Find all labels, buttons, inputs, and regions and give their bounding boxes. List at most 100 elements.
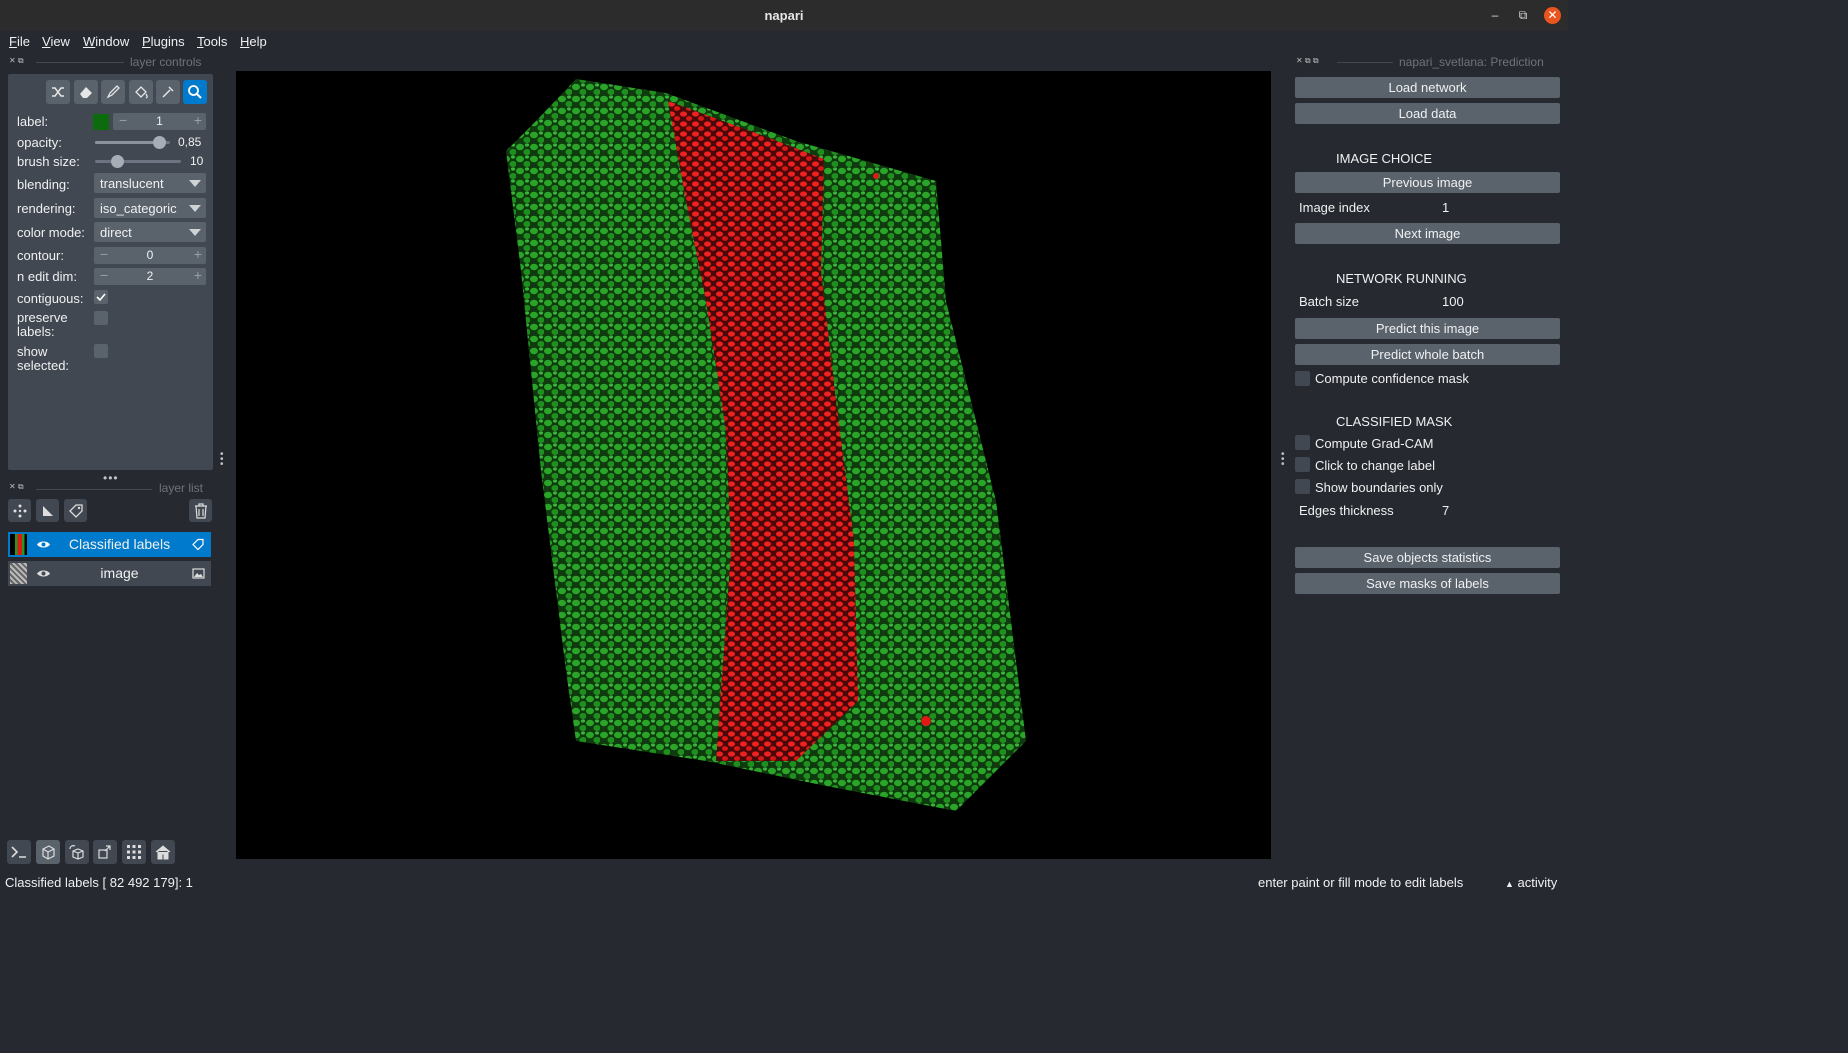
dock-divider (36, 62, 124, 63)
delete-layer-button[interactable] (189, 499, 212, 522)
click-change-label-label: Click to change label (1315, 458, 1435, 473)
label-volume-render (506, 79, 1026, 811)
close-icon[interactable]: ✕ (1544, 7, 1561, 24)
menu-help[interactable]: Help (240, 34, 267, 49)
contiguous-checkbox[interactable] (94, 290, 108, 304)
network-running-heading: NETWORK RUNNING (1336, 271, 1467, 286)
increment-icon[interactable]: + (194, 267, 202, 283)
pan-zoom-button[interactable] (183, 80, 207, 104)
viewer-canvas[interactable] (236, 71, 1271, 859)
layer-thumbnail (10, 563, 27, 584)
toggle-ndisplay-button[interactable] (36, 840, 60, 864)
layer-row-classified-labels[interactable]: Classified labels (8, 532, 211, 557)
dock-close-icon[interactable]: ✕ ⧉ (9, 482, 24, 492)
contour-value: 0 (146, 248, 154, 262)
label-tag-icon (192, 538, 205, 551)
contour-spinbox[interactable]: − 0 + (94, 246, 206, 264)
layer-thumbnail (10, 534, 27, 555)
color-mode-combo[interactable]: direct (94, 222, 206, 242)
rendering-combo[interactable]: iso_categoric (94, 198, 206, 218)
maximize-icon[interactable]: ⧉ (1515, 8, 1531, 23)
n-edit-dim-spinbox[interactable]: − 2 + (94, 267, 206, 285)
new-labels-button[interactable] (64, 499, 87, 522)
edges-thickness-field[interactable]: 7 (1436, 500, 1560, 521)
layer-row-image[interactable]: image (8, 561, 211, 586)
brush-icon (106, 85, 120, 99)
grid-mode-button[interactable] (122, 840, 146, 864)
image-index-value: 1 (1442, 200, 1450, 215)
layer-name[interactable]: image (56, 565, 183, 581)
contiguous-label: contiguous: (17, 291, 84, 306)
confidence-mask-checkbox[interactable] (1295, 371, 1310, 386)
shuffle-colors-button[interactable] (46, 80, 70, 104)
layer-name[interactable]: Classified labels (56, 536, 183, 552)
menu-window[interactable]: Window (83, 34, 129, 49)
roll-cube-icon (69, 845, 84, 860)
title-bar: napari – ⧉ ✕ (0, 0, 1568, 32)
dock-resize-handle-icon[interactable]: • • • (220, 450, 224, 470)
image-icon (192, 567, 205, 580)
visibility-eye-icon[interactable] (32, 561, 55, 586)
show-boundaries-checkbox[interactable] (1295, 479, 1310, 494)
image-index-field[interactable]: 1 (1436, 197, 1560, 218)
preserve-labels-checkbox[interactable] (94, 311, 108, 325)
save-masks-button[interactable]: Save masks of labels (1295, 573, 1560, 594)
label-spinbox[interactable]: − 1 + (113, 112, 206, 130)
fill-button[interactable] (129, 80, 153, 104)
preserve-labels-label-2: labels: (17, 324, 55, 339)
blending-label: blending: (17, 177, 70, 192)
next-image-button[interactable]: Next image (1295, 223, 1560, 244)
new-shapes-button[interactable] (36, 499, 59, 522)
transpose-dims-button[interactable] (93, 840, 117, 864)
edges-thickness-value: 7 (1442, 503, 1450, 518)
dropdown-arrow-icon (189, 180, 201, 187)
increment-icon[interactable]: + (194, 112, 202, 128)
menu-view[interactable]: View (42, 34, 70, 49)
menu-plugins[interactable]: Plugins (142, 34, 185, 49)
opacity-label: opacity: (17, 135, 62, 150)
predict-batch-button[interactable]: Predict whole batch (1295, 344, 1560, 365)
erase-button[interactable] (74, 80, 98, 104)
reset-view-button[interactable] (151, 840, 175, 864)
shuffle-icon (52, 87, 64, 97)
brush-slider-track[interactable] (95, 160, 181, 163)
paint-button[interactable] (101, 80, 125, 104)
pick-button[interactable] (156, 80, 180, 104)
show-selected-checkbox[interactable] (94, 344, 108, 358)
activity-button[interactable]: ▲ activity (1505, 875, 1557, 890)
blending-combo[interactable]: translucent (94, 173, 206, 193)
dock-close-icon[interactable]: ✕ ⧉ ⧉ (1296, 56, 1319, 66)
increment-icon[interactable]: + (194, 246, 202, 262)
load-data-button[interactable]: Load data (1295, 103, 1560, 124)
dock-close-icon[interactable]: ✕ ⧉ (9, 56, 24, 66)
minimize-icon[interactable]: – (1487, 8, 1503, 22)
opacity-slider-handle[interactable] (152, 136, 166, 149)
load-network-button[interactable]: Load network (1295, 77, 1560, 98)
trash-icon (194, 502, 207, 519)
menu-tools[interactable]: Tools (197, 34, 227, 49)
previous-image-button[interactable]: Previous image (1295, 172, 1560, 193)
console-button[interactable] (7, 840, 31, 864)
dock-divider (36, 489, 152, 490)
batch-size-value: 100 (1442, 294, 1464, 309)
contour-label: contour: (17, 248, 64, 263)
paint-bucket-icon (135, 86, 148, 99)
menu-file[interactable]: File (9, 34, 30, 49)
dock-resize-handle-icon[interactable]: • • • (1281, 450, 1285, 470)
brush-slider-handle[interactable] (111, 155, 124, 168)
magnifier-icon (188, 85, 202, 99)
new-points-button[interactable] (8, 499, 31, 522)
predict-image-button[interactable]: Predict this image (1295, 318, 1560, 339)
layer-list-header: layer list (159, 481, 204, 495)
roll-dims-button[interactable] (65, 840, 89, 864)
layer-controls-header: layer controls (130, 55, 202, 69)
window-title: napari (764, 8, 804, 23)
status-coordinates: Classified labels [ 82 492 179]: 1 (5, 875, 193, 890)
grad-cam-label: Compute Grad-CAM (1315, 436, 1434, 451)
visibility-eye-icon[interactable] (32, 532, 55, 557)
save-statistics-button[interactable]: Save objects statistics (1295, 547, 1560, 568)
click-change-label-checkbox[interactable] (1295, 457, 1310, 472)
splitter-handle-icon[interactable]: ••• (103, 471, 119, 485)
batch-size-field[interactable]: 100 (1436, 291, 1560, 312)
grad-cam-checkbox[interactable] (1295, 435, 1310, 450)
